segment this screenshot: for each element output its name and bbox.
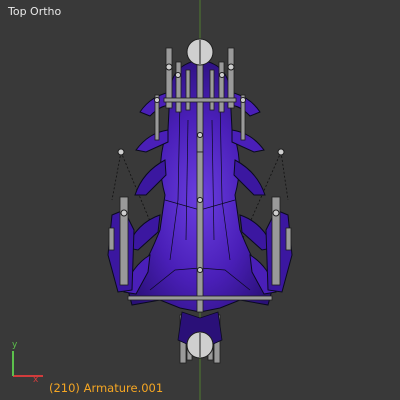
- bone-top-right-b[interactable]: [218, 61, 225, 113]
- bone-pod-left-b[interactable]: [108, 227, 115, 251]
- mesh-fin-right-3: [233, 159, 266, 196]
- scene-canvas[interactable]: [0, 0, 400, 400]
- bone-rod-upper[interactable]: [163, 97, 237, 103]
- bone-top-left-c[interactable]: [185, 69, 191, 111]
- bone-pod-right-b[interactable]: [285, 227, 292, 251]
- bone-rod-mid[interactable]: [127, 295, 273, 301]
- bone-spine-upper[interactable]: [196, 61, 204, 153]
- gizmo-y-label: y: [12, 340, 18, 350]
- bone-top-left-b[interactable]: [175, 61, 182, 113]
- view-label: Top Ortho: [8, 5, 62, 18]
- gizmo-x-label: x: [33, 375, 39, 385]
- bone-top-right-c[interactable]: [209, 69, 215, 111]
- active-object-info: (210) Armature.001: [49, 381, 164, 395]
- mesh-fin-left-3: [134, 159, 167, 196]
- axis-gizmo: [12, 351, 43, 377]
- bone-spine-lower[interactable]: [196, 151, 204, 313]
- 3d-viewport[interactable]: y x Top Ortho (210) Armature.001: [0, 0, 400, 400]
